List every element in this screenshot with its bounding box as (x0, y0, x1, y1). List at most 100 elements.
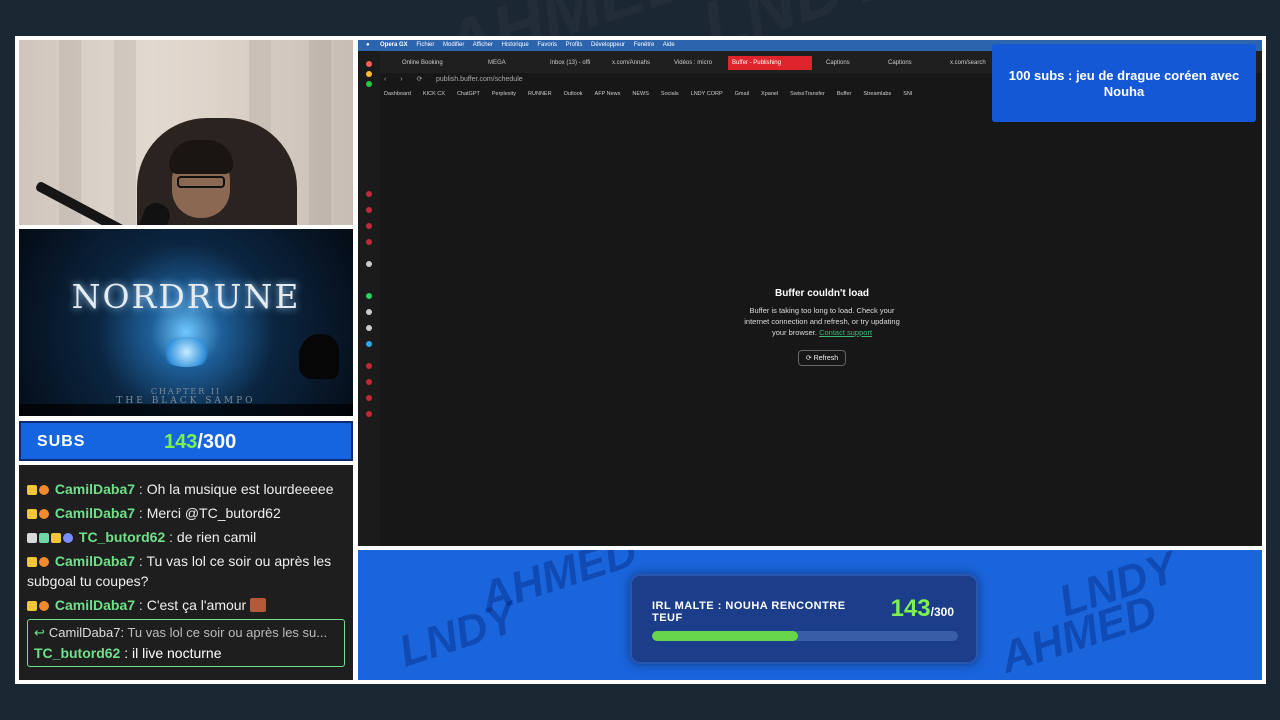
menu-item[interactable]: Fichier (416, 42, 434, 48)
browser-tab[interactable]: Inbox (13) - offi (546, 56, 602, 70)
chat-text: C'est ça l'amour (146, 597, 247, 613)
reply-arrow-icon: ↩ (34, 625, 45, 640)
badge-icon (27, 533, 37, 543)
url-field[interactable]: publish.buffer.com/schedule (436, 73, 523, 87)
chat-text: de rien camil (176, 529, 257, 545)
badge-icon (27, 509, 37, 519)
menu-app-name[interactable]: Opera GX (380, 42, 408, 48)
chat-username[interactable]: CamilDaba7 (55, 597, 135, 613)
bookmark[interactable]: NEWS (632, 91, 649, 97)
bookmark[interactable]: Dashboard (384, 91, 411, 97)
goal-progress-track (652, 631, 958, 641)
chat-message: CamilDaba7 : Oh la musique est lourdeeee… (27, 479, 345, 499)
menu-item[interactable]: Afficher (473, 42, 493, 48)
bookmark[interactable]: RUNNER (528, 91, 552, 97)
telegram-icon[interactable] (366, 341, 372, 347)
bookmark[interactable]: AFP News (595, 91, 621, 97)
menu-item[interactable]: Profils (566, 42, 583, 48)
chat-username[interactable]: TC_butord62 (79, 529, 165, 545)
bookmark[interactable]: Xpanel (761, 91, 778, 97)
subgoal-notification: 100 subs : jeu de drague coréen avec Nou… (992, 44, 1256, 122)
x-icon[interactable] (366, 325, 372, 331)
browser-tab[interactable]: Captions (884, 56, 940, 70)
browser-tab[interactable]: Vidéos : micro (670, 56, 724, 70)
chat-username[interactable]: TC_butord62 (34, 645, 120, 661)
sidebar-app-icon[interactable] (366, 191, 372, 197)
bookmark[interactable]: SNI (903, 91, 912, 97)
reply-quote: ↩ CamilDaba7: Tu vas lol ce soir ou après… (34, 623, 338, 643)
subs-count: 143/300 (164, 431, 236, 454)
badge-icon (39, 533, 49, 543)
sidebar-app-icon[interactable] (366, 223, 372, 229)
bookmark[interactable]: Outlook (564, 91, 583, 97)
refresh-button[interactable]: ⟳ Refresh (797, 350, 847, 366)
apple-icon: ● (366, 42, 370, 48)
minimize-window-icon[interactable] (366, 71, 372, 77)
discord-icon[interactable] (366, 309, 372, 315)
sidebar-app-icon[interactable] (366, 395, 372, 401)
chat-username[interactable]: CamilDaba7 (55, 505, 135, 521)
menu-item[interactable]: Favoris (537, 42, 557, 48)
chatgpt-icon[interactable] (366, 261, 372, 267)
chat-text: il live nocturne (132, 645, 222, 661)
bookmark[interactable]: Gmail (735, 91, 749, 97)
whatsapp-icon[interactable] (366, 293, 372, 299)
error-title: Buffer couldn't load (774, 288, 870, 299)
goal-count: 143/300 (891, 595, 954, 623)
close-window-icon[interactable] (366, 61, 372, 67)
menu-item[interactable]: Fenêtre (634, 42, 655, 48)
bookmark[interactable]: Socials (661, 91, 679, 97)
goal-title: IRL MALTE : NOUHA RENCONTRE TEUF (652, 600, 846, 624)
chat-username[interactable]: CamilDaba7 (55, 553, 135, 569)
watermark: LNDY (393, 592, 523, 677)
menu-item[interactable]: Historique (502, 42, 529, 48)
sidebar-app-icon[interactable] (366, 379, 372, 385)
sidebar-app-icon[interactable] (366, 411, 372, 417)
goal-total: /300 (930, 605, 954, 619)
refresh-label: Refresh (813, 355, 839, 362)
sidebar-app-icon[interactable] (366, 239, 372, 245)
badge-icon (27, 557, 37, 567)
reply-quote-text: Tu vas lol ce soir ou après les su... (127, 625, 328, 640)
menu-item[interactable]: Développeur (591, 42, 625, 48)
emoji-badge-icon (39, 601, 49, 611)
browser-tab-active[interactable]: Buffer - Publishing (728, 56, 812, 70)
webcam-feed (19, 40, 353, 225)
bookmark[interactable]: Buffer (837, 91, 852, 97)
bookmark[interactable]: LNDY CORP (691, 91, 723, 97)
chat-panel: CamilDaba7 : Oh la musique est lourdeeee… (19, 465, 353, 680)
bookmark[interactable]: Perplexity (492, 91, 516, 97)
sidebar-app-icon[interactable] (366, 207, 372, 213)
badge-icon (27, 485, 37, 495)
bookmark[interactable]: KICK CX (423, 91, 445, 97)
menu-item[interactable]: Modifier (443, 42, 464, 48)
emoji-badge-icon (39, 557, 49, 567)
subs-current: 143 (164, 431, 198, 453)
bookmark[interactable]: Streamlabs (863, 91, 891, 97)
chat-text: Merci @TC_butord62 (146, 505, 281, 521)
error-description: Buffer is taking too long to load. Check… (744, 306, 900, 337)
bookmark[interactable]: SwissTransfer (790, 91, 825, 97)
goal-area: AHMED LNDY LNDY AHMED IRL MALTE : NOUHA … (358, 550, 1262, 680)
emote-icon (250, 598, 267, 612)
browser-tab[interactable]: Captions (822, 56, 878, 70)
maximize-window-icon[interactable] (366, 81, 372, 87)
browser-tab[interactable]: Online Booking (398, 56, 478, 70)
contact-support-link[interactable]: Contact support (819, 328, 872, 337)
sidebar-app-icon[interactable] (366, 363, 372, 369)
chat-reply-message: ↩ CamilDaba7: Tu vas lol ce soir ou après… (27, 619, 345, 667)
nav-buttons[interactable]: ‹ › ⟳ (384, 73, 428, 87)
browser-tab[interactable]: MEGA (484, 56, 542, 70)
chat-username[interactable]: CamilDaba7 (55, 481, 135, 497)
emoji-badge-icon (39, 509, 49, 519)
error-message: Buffer couldn't load Buffer is taking to… (738, 288, 906, 366)
goal-progress-fill (652, 631, 798, 641)
browser-tab[interactable]: x.com/Annahs (608, 56, 668, 70)
chat-message: TC_butord62 : de rien camil (27, 527, 345, 547)
bookmark[interactable]: ChatGPT (457, 91, 480, 97)
menu-item[interactable]: Aide (663, 42, 675, 48)
game-chapter: CHAPTER II (150, 387, 222, 396)
chat-message: CamilDaba7 : C'est ça l'amour (27, 595, 345, 615)
subs-counter: SUBS 143/300 (19, 421, 353, 461)
chat-message: CamilDaba7 : Merci @TC_butord62 (27, 503, 345, 523)
